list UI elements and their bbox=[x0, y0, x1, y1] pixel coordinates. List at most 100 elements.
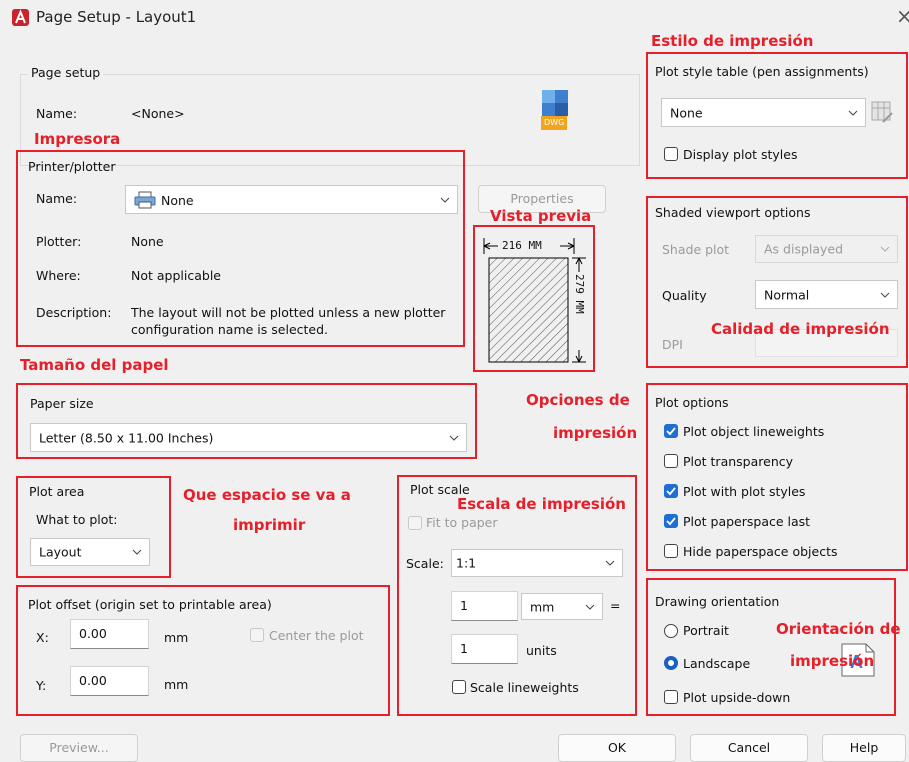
annotation-opciones-2: impresión bbox=[553, 424, 638, 442]
page-setup-name-label: Name: bbox=[36, 106, 78, 121]
paper-size-select[interactable]: Letter (8.50 x 11.00 Inches) bbox=[30, 423, 467, 452]
cancel-button[interactable]: Cancel bbox=[690, 734, 808, 762]
hide-paperspace-objects-checkbox[interactable] bbox=[664, 544, 678, 558]
annotation-calidad: Calidad de impresión bbox=[711, 320, 890, 338]
scale-label: Scale: bbox=[406, 556, 444, 571]
shade-plot-value: As displayed bbox=[764, 241, 844, 257]
printer-name-value: None bbox=[161, 193, 194, 208]
orientation-title: Drawing orientation bbox=[655, 594, 780, 609]
equals-sign: = bbox=[610, 598, 621, 613]
plot-paperspace-last-checkbox[interactable] bbox=[664, 514, 678, 528]
plot-object-lineweights-checkbox[interactable] bbox=[664, 424, 678, 438]
annotation-impresora: Impresora bbox=[34, 130, 121, 148]
scale-mm-value: 1 bbox=[460, 598, 468, 613]
chevron-down-icon bbox=[880, 246, 890, 252]
annotation-que-espacio-2: imprimir bbox=[233, 516, 306, 534]
scale-units-value: 1 bbox=[460, 641, 468, 656]
landscape-radio[interactable] bbox=[664, 656, 678, 670]
where-value: Not applicable bbox=[131, 268, 221, 283]
quality-select[interactable]: Normal bbox=[755, 280, 898, 309]
plot-style-select[interactable]: None bbox=[661, 98, 866, 127]
preview-height-label: 279 MM bbox=[573, 274, 586, 314]
plotter-label: Plotter: bbox=[36, 234, 82, 249]
plot-transparency-label: Plot transparency bbox=[683, 454, 794, 469]
edit-plot-style-icon[interactable] bbox=[870, 100, 894, 124]
x-offset-value: 0.00 bbox=[79, 626, 107, 641]
printer-name-select[interactable]: None bbox=[125, 185, 458, 214]
shade-plot-label: Shade plot bbox=[662, 242, 730, 257]
portrait-radio[interactable] bbox=[664, 624, 678, 638]
what-to-plot-label: What to plot: bbox=[36, 512, 118, 527]
chevron-down-icon bbox=[585, 604, 595, 610]
dpi-label: DPI bbox=[662, 337, 683, 352]
y-unit: mm bbox=[164, 677, 189, 692]
scale-unit-value: mm bbox=[530, 599, 555, 614]
scale-units-label: units bbox=[526, 643, 557, 658]
dwg-badge: DWG bbox=[544, 118, 565, 127]
plot-transparency-checkbox[interactable] bbox=[664, 454, 678, 468]
chevron-down-icon bbox=[449, 435, 459, 441]
chevron-down-icon bbox=[880, 292, 890, 298]
hide-paperspace-objects-label: Hide paperspace objects bbox=[683, 544, 838, 559]
x-label: X: bbox=[36, 630, 49, 645]
annotation-escala: Escala de impresión bbox=[457, 495, 626, 513]
scale-unit-select[interactable]: mm bbox=[521, 593, 603, 620]
portrait-label: Portrait bbox=[683, 623, 729, 638]
x-offset-input[interactable]: 0.00 bbox=[70, 619, 149, 649]
what-to-plot-select[interactable]: Layout bbox=[30, 538, 150, 566]
scale-lineweights-label: Scale lineweights bbox=[470, 680, 579, 695]
fit-to-paper-checkbox[interactable] bbox=[408, 516, 422, 530]
annotation-estilo: Estilo de impresión bbox=[651, 32, 814, 50]
printer-icon bbox=[134, 191, 156, 209]
annotation-orientacion-1: Orientación de bbox=[776, 620, 901, 638]
what-to-plot-value: Layout bbox=[39, 544, 82, 560]
quality-label: Quality bbox=[662, 288, 707, 303]
description-line2: configuration name is selected. bbox=[131, 322, 329, 337]
app-icon bbox=[12, 9, 29, 26]
plot-style-title: Plot style table (pen assignments) bbox=[655, 64, 869, 79]
display-plot-styles-label: Display plot styles bbox=[683, 147, 798, 162]
annotation-opciones-1: Opciones de bbox=[526, 391, 630, 409]
plot-offset-title: Plot offset (origin set to printable are… bbox=[28, 597, 272, 612]
scale-value: 1:1 bbox=[456, 555, 477, 571]
preview-button[interactable]: Preview... bbox=[20, 734, 138, 762]
center-plot-label: Center the plot bbox=[269, 628, 364, 643]
scale-units-input[interactable]: 1 bbox=[451, 634, 518, 664]
y-offset-input[interactable]: 0.00 bbox=[70, 666, 149, 696]
scale-lineweights-checkbox[interactable] bbox=[452, 680, 466, 694]
plot-options-title: Plot options bbox=[655, 395, 729, 410]
chevron-down-icon bbox=[132, 549, 142, 555]
close-icon[interactable]: × bbox=[896, 4, 909, 28]
plot-area-title: Plot area bbox=[29, 484, 85, 499]
description-line1: The layout will not be plotted unless a … bbox=[131, 305, 446, 320]
y-offset-value: 0.00 bbox=[79, 673, 107, 688]
quality-value: Normal bbox=[764, 287, 810, 302]
center-plot-checkbox[interactable] bbox=[250, 628, 264, 642]
window-title: Page Setup - Layout1 bbox=[36, 8, 197, 26]
x-unit: mm bbox=[164, 630, 189, 645]
annotation-que-espacio-1: Que espacio se va a bbox=[183, 486, 351, 504]
plot-object-lineweights-label: Plot object lineweights bbox=[683, 424, 825, 439]
display-plot-styles-checkbox[interactable] bbox=[664, 147, 678, 161]
printer-name-label: Name: bbox=[36, 191, 78, 206]
paper-preview: 216 MM 279 MM bbox=[476, 228, 592, 369]
help-button[interactable]: Help bbox=[822, 734, 906, 762]
y-label: Y: bbox=[36, 678, 47, 693]
ok-button[interactable]: OK bbox=[558, 734, 676, 762]
landscape-label: Landscape bbox=[683, 656, 751, 671]
plot-paperspace-last-label: Plot paperspace last bbox=[683, 514, 811, 529]
plot-upside-down-checkbox[interactable] bbox=[664, 690, 678, 704]
plot-upside-down-label: Plot upside-down bbox=[683, 690, 791, 705]
plot-with-plot-styles-checkbox[interactable] bbox=[664, 484, 678, 498]
shade-plot-select[interactable]: As displayed bbox=[755, 235, 898, 263]
paper-size-value: Letter (8.50 x 11.00 Inches) bbox=[39, 430, 214, 445]
chevron-down-icon bbox=[605, 560, 615, 566]
scale-mm-input[interactable]: 1 bbox=[451, 591, 518, 621]
where-label: Where: bbox=[36, 268, 81, 283]
scale-select[interactable]: 1:1 bbox=[451, 549, 623, 577]
paper-size-title: Paper size bbox=[30, 396, 94, 411]
chevron-down-icon bbox=[440, 197, 450, 203]
shaded-viewport-title: Shaded viewport options bbox=[655, 205, 811, 220]
dwg-icon: DWG bbox=[539, 90, 579, 132]
plotter-value: None bbox=[131, 234, 164, 249]
